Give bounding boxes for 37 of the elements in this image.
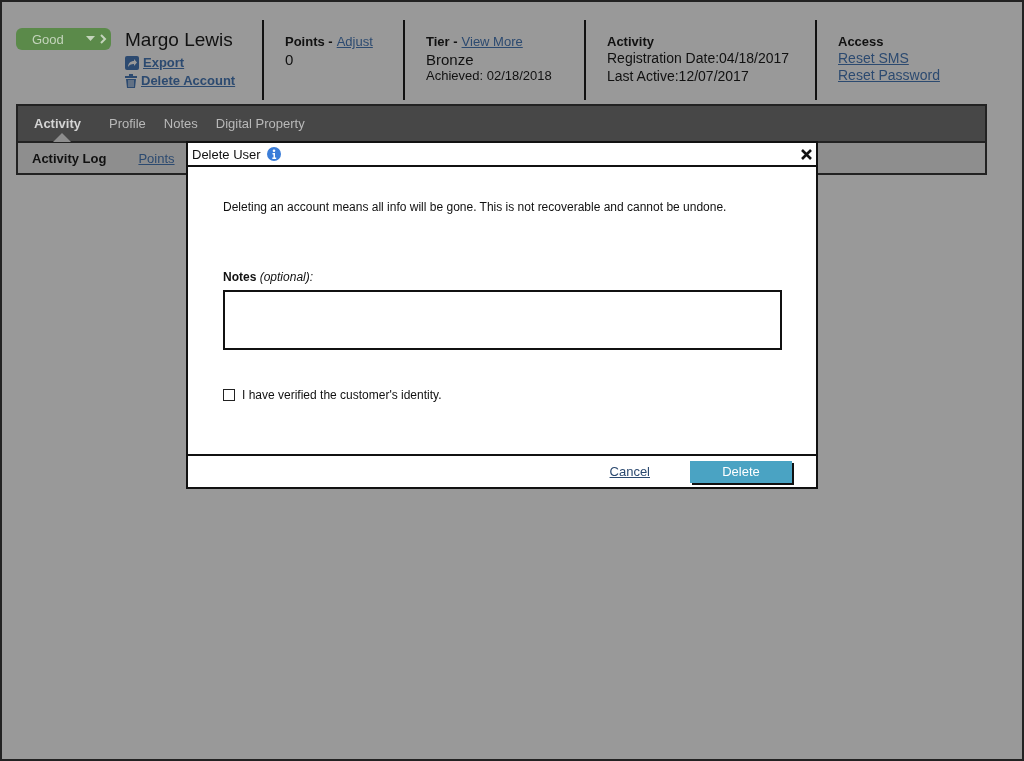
status-dropdown[interactable]: Good — [16, 28, 111, 50]
reset-link[interactable]: Reset Password — [838, 67, 940, 83]
reset-link[interactable]: Reset SMS — [838, 50, 909, 66]
trash-icon — [125, 73, 137, 88]
delete-account-link[interactable]: Delete Account — [125, 73, 236, 88]
cancel-link[interactable]: Cancel — [609, 464, 650, 479]
warning-message: Deleting an account means all info will be gone. This is not recoverable and cannot be undone. — [223, 200, 728, 214]
activity-detail: Registration Date:04/18/2017 — [607, 50, 791, 66]
activity-heading: Activity — [607, 34, 655, 49]
points-value: 0 — [285, 51, 295, 68]
tab[interactable]: Activity — [32, 106, 93, 141]
access-heading: Access — [838, 34, 885, 49]
customer-name: Margo Lewis — [125, 29, 234, 51]
share-icon — [125, 55, 139, 70]
info-icon — [266, 147, 281, 161]
tab[interactable]: Digital Property — [213, 106, 317, 141]
view-more-link[interactable]: View More — [461, 34, 523, 49]
tab[interactable]: Notes — [161, 106, 210, 141]
points-heading: Points - — [285, 34, 333, 49]
tab[interactable]: Profile — [106, 106, 158, 141]
tier-value: Bronze — [426, 51, 475, 68]
adjust-link[interactable]: Adjust — [336, 34, 373, 49]
subtab[interactable]: Activity Log — [32, 150, 107, 166]
checkbox-label: I have verified the customer's identity. — [242, 388, 442, 402]
notes-field[interactable] — [223, 290, 782, 350]
tier-heading: Tier - — [426, 34, 458, 49]
activity-detail: Last Active:12/07/2017 — [607, 68, 750, 84]
dialog-title: Delete User — [192, 146, 261, 162]
delete-button[interactable]: Delete — [690, 460, 792, 483]
caret-icon — [85, 34, 107, 44]
notes-label: Notes (optional): — [223, 270, 315, 284]
subtab[interactable]: Points — [138, 150, 175, 166]
close-icon — [801, 148, 812, 160]
export-link[interactable]: Export — [125, 55, 185, 70]
close-button[interactable] — [801, 148, 812, 160]
checkbox[interactable] — [223, 389, 235, 401]
achieved-date: Achieved: 02/18/2018 — [426, 68, 553, 83]
